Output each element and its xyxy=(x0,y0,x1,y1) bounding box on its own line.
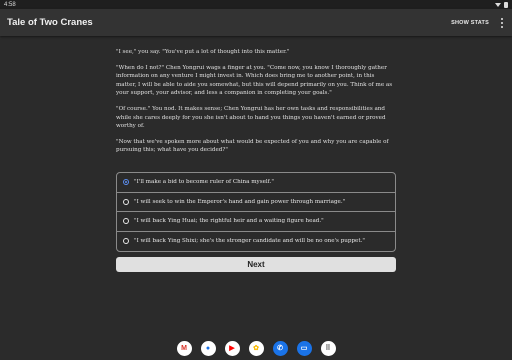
choice-option[interactable]: "I will back Ying Huai; the rightful hei… xyxy=(117,212,395,232)
chrome-icon[interactable]: ● xyxy=(200,340,216,356)
phone-icon[interactable]: ✆ xyxy=(272,340,288,356)
photos-icon[interactable]: ✿ xyxy=(248,340,264,356)
battery-icon xyxy=(504,1,508,8)
show-stats-button[interactable]: SHOW STATS xyxy=(451,20,489,26)
youtube-icon[interactable]: ▶ xyxy=(224,340,240,356)
messages-icon[interactable]: ▭ xyxy=(296,340,312,356)
next-button[interactable]: Next xyxy=(116,257,396,272)
story-paragraph: "Of course." You nod. It makes sense; Ch… xyxy=(116,105,386,130)
choice-option[interactable]: "I'll make a bid to become ruler of Chin… xyxy=(117,173,395,193)
status-bar: 4:58 xyxy=(0,0,512,9)
status-time: 4:58 xyxy=(4,1,16,8)
choice-option[interactable]: "I will back Ying Shixi; she's the stron… xyxy=(117,232,395,252)
radio-button[interactable] xyxy=(123,218,129,225)
radio-button[interactable] xyxy=(123,238,129,245)
radio-button[interactable] xyxy=(123,198,129,205)
choice-label: "I'll make a bid to become ruler of Chin… xyxy=(134,179,274,186)
choice-label: "I will back Ying Huai; the rightful hei… xyxy=(134,218,324,225)
choice-list: "I'll make a bid to become ruler of Chin… xyxy=(116,172,396,252)
app-drawer-icon[interactable]: ⠿ xyxy=(320,340,336,356)
status-icons xyxy=(495,1,508,8)
story-paragraph: "When do I not?" Chen Yongrui wags a fin… xyxy=(116,64,393,97)
story-paragraph: "Now that we've spoken more about what w… xyxy=(116,138,389,154)
choice-label: "I will back Ying Shixi; she's the stron… xyxy=(134,238,365,245)
more-options-icon[interactable] xyxy=(499,17,505,29)
gmail-icon[interactable]: M xyxy=(176,340,192,356)
wifi-icon xyxy=(495,3,501,7)
app-dock: M ● ▶ ✿ ✆ ▭ ⠿ xyxy=(0,336,512,360)
app-bar: Tale of Two Cranes SHOW STATS xyxy=(0,9,512,36)
app-title: Tale of Two Cranes xyxy=(7,17,93,28)
choice-label: "I will seek to win the Emperor's hand a… xyxy=(134,198,346,205)
story-paragraph: "I see," you say. "You've put a lot of t… xyxy=(116,49,290,55)
radio-button[interactable] xyxy=(123,179,129,186)
choice-option[interactable]: "I will seek to win the Emperor's hand a… xyxy=(117,193,395,212)
story-text: "I see," you say. "You've put a lot of t… xyxy=(116,48,396,162)
